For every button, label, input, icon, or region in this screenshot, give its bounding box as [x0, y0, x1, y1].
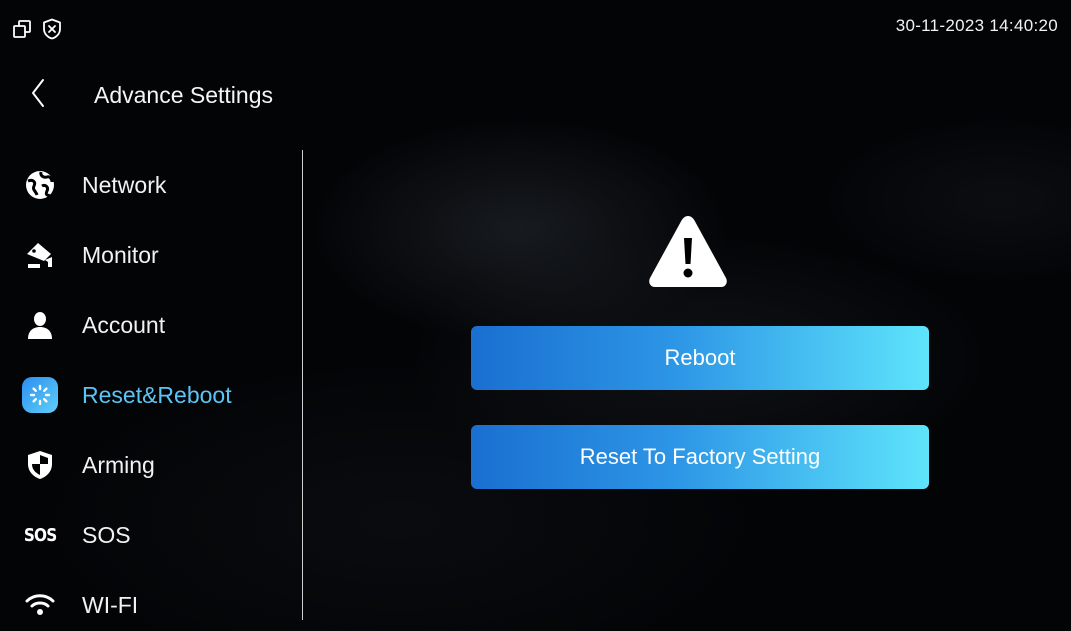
window-restore-icon — [12, 19, 32, 39]
sos-icon-text: SOS — [23, 524, 57, 546]
datetime-display: 30-11-2023 14:40:20 — [895, 16, 1058, 35]
sidebar-item-label: SOS — [82, 521, 131, 548]
chevron-left-icon — [30, 78, 46, 113]
sidebar-item-label: Reset&Reboot — [82, 381, 232, 408]
sidebar-item-reset-reboot[interactable]: Reset&Reboot — [0, 365, 290, 425]
globe-icon — [22, 167, 58, 203]
reset-spinner-icon — [22, 377, 58, 413]
reboot-button[interactable]: Reboot — [471, 326, 929, 390]
reset-factory-button[interactable]: Reset To Factory Setting — [471, 425, 929, 489]
warning-triangle-icon — [646, 212, 730, 290]
sidebar-item-network[interactable]: Network — [0, 155, 290, 215]
shield-x-icon — [42, 18, 62, 40]
camera-icon — [22, 237, 58, 273]
sidebar-item-wifi[interactable]: WI-FI — [0, 575, 290, 631]
sidebar-item-monitor[interactable]: Monitor — [0, 225, 290, 285]
user-icon — [22, 307, 58, 343]
status-icons — [12, 18, 62, 40]
sidebar-item-label: Arming — [82, 451, 155, 478]
sidebar-item-label: Network — [82, 171, 167, 198]
sidebar-item-label: Account — [82, 311, 166, 338]
sidebar-item-sos[interactable]: SOS SOS — [0, 505, 290, 565]
back-button[interactable] — [24, 78, 52, 112]
sidebar-item-label: Monitor — [82, 241, 159, 268]
active-icon-background — [22, 377, 58, 413]
sidebar-divider — [302, 150, 303, 620]
shield-icon — [22, 447, 58, 483]
sidebar-item-arming[interactable]: Arming — [0, 435, 290, 495]
sidebar-item-label: WI-FI — [82, 591, 139, 618]
page-title: Advance Settings — [94, 82, 274, 108]
sidebar-item-account[interactable]: Account — [0, 295, 290, 355]
sos-icon: SOS — [20, 517, 60, 553]
wifi-icon — [22, 587, 58, 623]
settings-screen: 30-11-2023 14:40:20 Advance Settings Net… — [0, 0, 1071, 631]
